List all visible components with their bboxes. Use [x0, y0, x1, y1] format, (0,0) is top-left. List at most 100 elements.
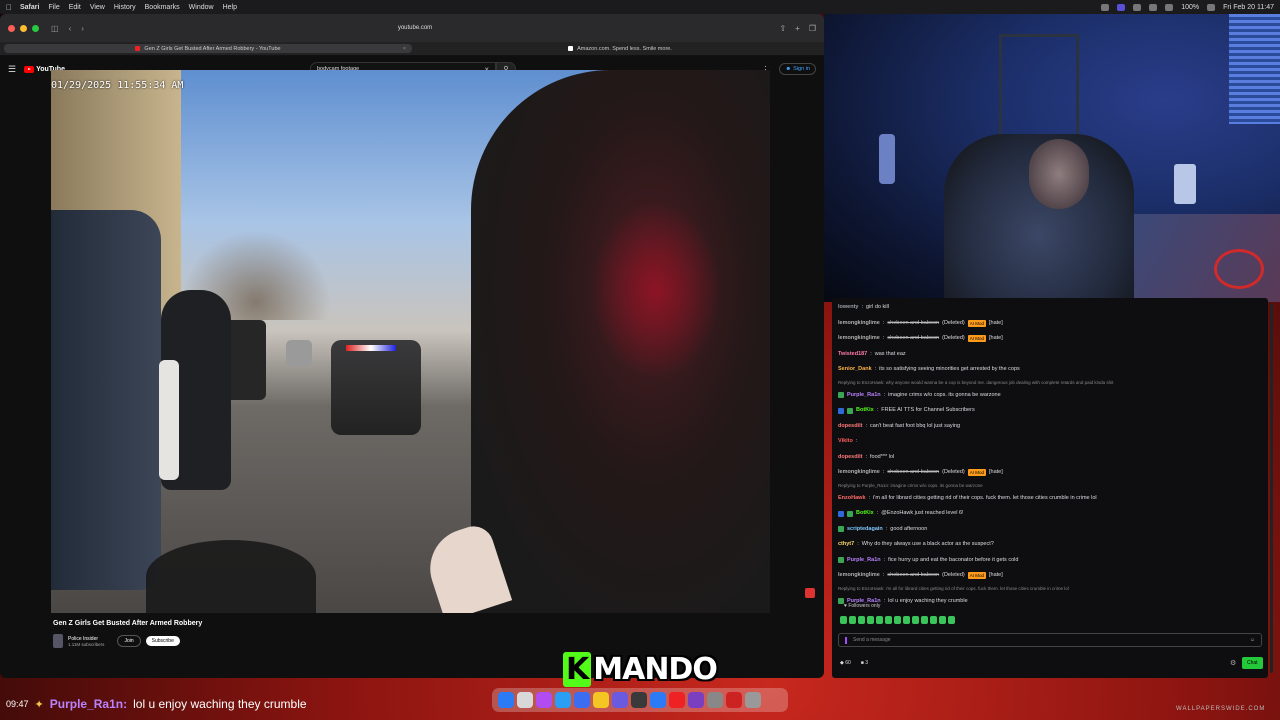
emote-icon[interactable] [930, 616, 937, 624]
emote-icon[interactable] [867, 616, 874, 624]
chat-username[interactable]: Purple_Ra1n [847, 388, 881, 404]
chat-message[interactable]: lemongkinglime: shebeen and baboon (Delete… [838, 465, 1263, 481]
chat-username[interactable]: lowenty [838, 300, 858, 316]
search-icon[interactable] [1207, 3, 1216, 11]
emote-icon[interactable] [849, 616, 856, 624]
menu-file[interactable]: File [48, 4, 59, 11]
dock-app-icon[interactable] [669, 692, 685, 708]
emote-icon[interactable] [858, 616, 865, 624]
chat-username[interactable]: lemongkinglime [838, 316, 880, 332]
emote-icon[interactable] [948, 616, 955, 624]
gear-icon[interactable]: ⚙ [1230, 659, 1236, 667]
video-player[interactable]: 01/29/2025 11:55:34 AM [51, 70, 770, 613]
points-stat[interactable]: ■ 3 [861, 660, 868, 666]
chat-message[interactable]: dopesdilt: can't beat fast foot bbq lol j… [838, 419, 1263, 435]
dock-app-icon[interactable] [707, 692, 723, 708]
dock-app-icon[interactable] [688, 692, 704, 708]
wifi-icon[interactable] [1133, 3, 1142, 11]
dock-app-icon[interactable] [517, 692, 533, 708]
status-icon[interactable] [1101, 3, 1110, 11]
sidebar-icon[interactable]: ◫ [51, 24, 59, 33]
emote-icon[interactable] [885, 616, 892, 624]
chat-reply-context[interactable]: Replying to EnzoHawk: why anyone would w… [838, 378, 1263, 388]
emote-icon[interactable] [894, 616, 901, 624]
chat-send-button[interactable]: Chat [1242, 657, 1263, 669]
forward-icon[interactable]: › [81, 24, 84, 33]
dock-app-icon[interactable] [574, 692, 590, 708]
tab-youtube[interactable]: Gen Z Girls Get Busted After Armed Robbe… [4, 44, 412, 53]
chat-message[interactable]: lemongkinglime: shebeen and baboon (Delete… [838, 568, 1263, 584]
chat-username[interactable]: dopesdilt [838, 450, 862, 466]
apple-icon[interactable]:  [6, 3, 12, 12]
back-icon[interactable]: ‹ [69, 24, 72, 33]
emote-icon[interactable] [912, 616, 919, 624]
new-tab-icon[interactable]: + [795, 24, 800, 33]
minimize-window-button[interactable] [20, 24, 27, 32]
join-button[interactable]: Join [117, 635, 141, 647]
chat-messages[interactable]: lowenty: girl do kill lemongkinglime: shebe… [838, 300, 1263, 609]
dock-app-icon[interactable] [555, 692, 571, 708]
chat-input[interactable]: Send a message ☺ [838, 633, 1262, 647]
menu-history[interactable]: History [114, 4, 136, 11]
chat-message[interactable]: dopesdilt: food*** lol [838, 450, 1263, 466]
dock-app-icon[interactable] [536, 692, 552, 708]
chat-message[interactable]: EnzoHawk: i'm all for librard cities gett… [838, 491, 1263, 507]
chat-message[interactable]: Purple_Ra1n: lol u enjoy waching they cru… [838, 594, 1263, 610]
hamburger-icon[interactable]: ☰ [8, 64, 16, 75]
chat-message[interactable]: Purple_Ra1n: fice hurry up and eat the ba… [838, 553, 1263, 569]
chat-username[interactable]: cthyt7 [838, 537, 854, 553]
dock-app-icon[interactable] [726, 692, 742, 708]
chat-username[interactable]: EnzoHawk [838, 491, 866, 507]
chat-reply-context[interactable]: Replying to EnzoHawk: i'm all for librar… [838, 584, 1263, 594]
emote-icon[interactable] [921, 616, 928, 624]
menu-edit[interactable]: Edit [69, 4, 81, 11]
dock-app-icon[interactable] [650, 692, 666, 708]
tab-overview-icon[interactable]: ❐ [809, 24, 816, 33]
battery-percent[interactable]: 100% [1181, 4, 1199, 11]
chat-username[interactable]: scriptedagain [847, 522, 883, 538]
chat-message[interactable]: BotKix: FREE AI TTS for Channel Subscribe… [838, 403, 1263, 419]
chat-username[interactable]: lemongkinglime [838, 331, 880, 347]
tab-amazon[interactable]: Amazon.com. Spend less. Smile more. [416, 42, 824, 55]
emoji-icon[interactable]: ☺ [1250, 637, 1255, 643]
chat-message[interactable]: Vikito: [838, 434, 1263, 450]
sign-in-button[interactable]: ☻ Sign in [779, 63, 816, 75]
menu-view[interactable]: View [90, 4, 105, 11]
channel-avatar[interactable] [53, 634, 63, 648]
chat-reply-context[interactable]: Replying to Purple_Ra1n: imagine crims w… [838, 481, 1263, 491]
chat-username[interactable]: BotKix [856, 403, 874, 419]
close-tab-icon[interactable]: × [403, 46, 406, 52]
chat-message[interactable]: Senior_Dank: its so satisfying seeing min… [838, 362, 1263, 378]
chat-username[interactable]: Twisted187 [838, 347, 867, 363]
chat-message[interactable]: lemongkinglime: shebeen and baboon (Delete… [838, 331, 1263, 347]
clock[interactable]: Fri Feb 20 11:47 [1223, 4, 1274, 11]
chat-username[interactable]: Purple_Ra1n [847, 553, 881, 569]
emote-icon[interactable] [939, 616, 946, 624]
emote-icon[interactable] [903, 616, 910, 624]
menu-bookmarks[interactable]: Bookmarks [145, 4, 180, 11]
close-window-button[interactable] [8, 24, 15, 32]
chat-message[interactable]: lowenty: girl do kill [838, 300, 1263, 316]
chat-scrollbar[interactable] [1270, 303, 1273, 673]
dock-app-icon[interactable] [612, 692, 628, 708]
share-icon[interactable]: ⇧ [779, 24, 786, 33]
dock-app-icon[interactable] [631, 692, 647, 708]
chat-username[interactable]: Vikito [838, 434, 853, 450]
dock-app-icon[interactable] [498, 692, 514, 708]
control-icon[interactable] [1117, 3, 1126, 11]
chat-message[interactable]: Purple_Ra1n: imagine crims w/o cops. its … [838, 388, 1263, 404]
miniplayer-icon[interactable] [805, 588, 815, 598]
chat-username[interactable]: dopesdilt [838, 419, 862, 435]
chat-message[interactable]: BotKix: @EnzoHawk just reached level 6! [838, 506, 1263, 522]
menu-app[interactable]: Safari [20, 4, 39, 11]
chat-message[interactable]: scriptedagain: good afternoon [838, 522, 1263, 538]
chat-message[interactable]: lemongkinglime: shebeen and baboon (Delete… [838, 316, 1263, 332]
emote-icon[interactable] [876, 616, 883, 624]
menu-help[interactable]: Help [223, 4, 237, 11]
address-bar[interactable]: youtube.com [300, 25, 530, 31]
chat-message[interactable]: Twisted187: was that eaz [838, 347, 1263, 363]
chat-username[interactable]: lemongkinglime [838, 465, 880, 481]
volume-icon[interactable] [1165, 3, 1174, 11]
chat-username[interactable]: Senior_Dank [838, 362, 872, 378]
chat-username[interactable]: BotKix [856, 506, 874, 522]
